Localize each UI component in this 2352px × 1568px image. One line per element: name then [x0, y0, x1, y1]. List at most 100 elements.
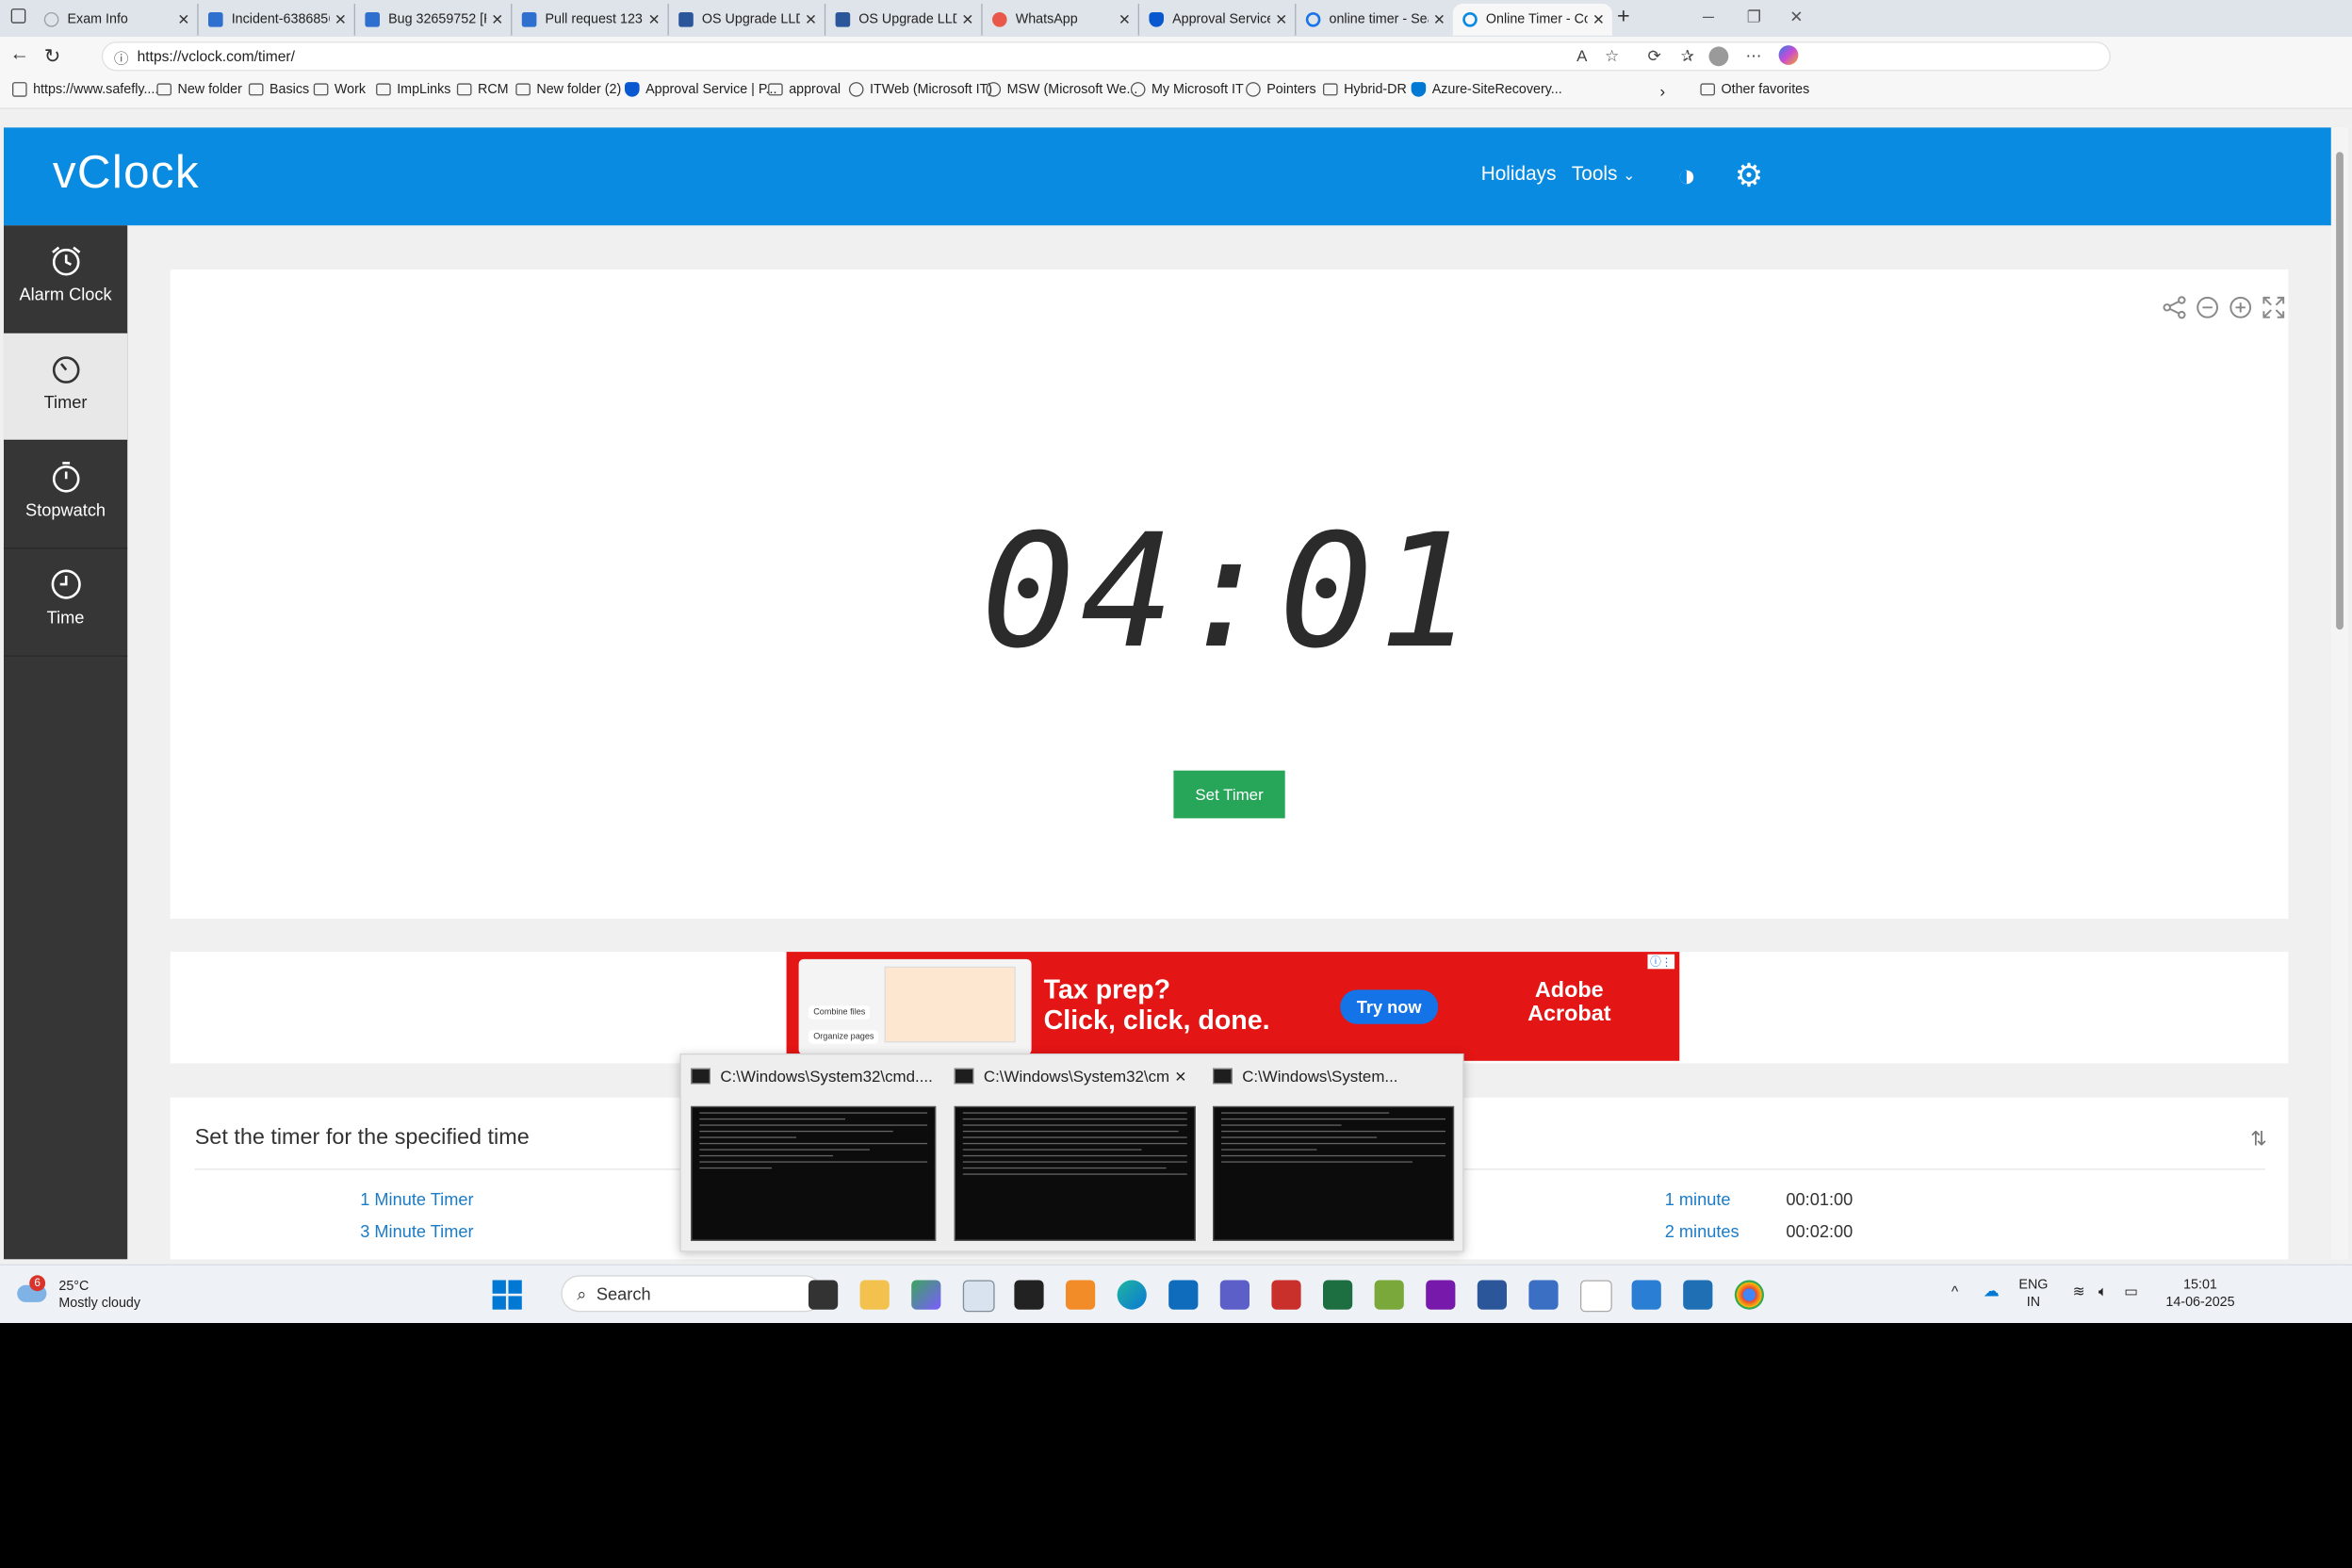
close-icon[interactable]: ✕: [491, 11, 503, 28]
set-timer-button[interactable]: Set Timer: [1173, 770, 1285, 819]
favorite-folder[interactable]: New folder: [156, 82, 242, 97]
preset-link[interactable]: 3 Minute Timer: [360, 1221, 473, 1241]
tray-overflow-icon[interactable]: ^: [1952, 1282, 1958, 1299]
close-icon[interactable]: ✕: [1433, 11, 1446, 28]
nav-tools[interactable]: Tools ⌄: [1572, 164, 1635, 186]
favorite-folder[interactable]: RCM: [456, 82, 509, 97]
sidebar-item-stopwatch[interactable]: Stopwatch: [3, 441, 128, 549]
onedrive-cloud-icon[interactable]: ☁: [1984, 1282, 2000, 1299]
minimize-icon[interactable]: ─: [1703, 8, 1714, 26]
new-tab-icon[interactable]: +: [1617, 4, 1630, 29]
favorite-link[interactable]: MSW (Microsoft We...: [986, 82, 1137, 97]
browser-tab[interactable]: Pull request 123727 ✕: [512, 3, 669, 36]
extensions-icon[interactable]: ⟳: [1647, 46, 1660, 66]
zoom-in-icon[interactable]: [2227, 294, 2254, 321]
browser-tab[interactable]: OS Upgrade LLD fo ✕: [669, 3, 826, 36]
share-icon[interactable]: [2161, 294, 2188, 321]
terminal-app-icon[interactable]: [1014, 1280, 1044, 1310]
ad-choices-icon[interactable]: ⓘ⋮: [1647, 954, 1675, 970]
page-scrollbar[interactable]: [2330, 127, 2349, 1260]
browser-tab[interactable]: WhatsApp ✕: [983, 3, 1139, 36]
preset-link[interactable]: 1 Minute Timer: [360, 1189, 473, 1209]
close-icon[interactable]: ✕: [1592, 11, 1605, 28]
snipping-tool-icon[interactable]: [1579, 1280, 1612, 1313]
browser-tab[interactable]: OS Upgrade LLD fo ✕: [825, 3, 983, 36]
task-view-icon[interactable]: [808, 1280, 839, 1310]
other-favorites-folder[interactable]: Other favorites: [1700, 82, 1809, 97]
favorite-star-icon[interactable]: ☆: [1605, 46, 1619, 66]
language-indicator[interactable]: ENG IN: [2018, 1277, 2048, 1311]
theme-toggle-icon[interactable]: ◑: [1677, 156, 1696, 194]
settings-gear-icon[interactable]: ⚙: [1735, 156, 1763, 194]
close-icon[interactable]: ✕: [1119, 11, 1131, 28]
copilot-app-icon[interactable]: [911, 1280, 941, 1310]
app-icon[interactable]: [1528, 1280, 1559, 1310]
window-close-icon[interactable]: ✕: [1789, 8, 1803, 27]
copilot-icon[interactable]: [1778, 45, 1799, 65]
favorite-folder[interactable]: ImpLinks: [376, 82, 450, 97]
window-thumbnail[interactable]: C:\Windows\System...: [1203, 1054, 1455, 1250]
favorite-link[interactable]: Pointers: [1246, 82, 1316, 97]
more-menu-icon[interactable]: ⋯: [1745, 46, 1761, 66]
app-icon[interactable]: [1374, 1280, 1404, 1310]
url-input[interactable]: ⓘ https://vclock.com/timer/: [101, 41, 2111, 72]
close-icon[interactable]: ✕: [961, 11, 973, 28]
weather-widget[interactable]: 6: [17, 1275, 51, 1312]
back-icon[interactable]: ←: [9, 44, 29, 66]
app-icon[interactable]: [1271, 1280, 1301, 1310]
word-icon[interactable]: [1477, 1280, 1507, 1310]
preset-link[interactable]: 2 minutes: [1665, 1221, 1740, 1241]
browser-tab[interactable]: Bug 32659752 [RCM ✕: [355, 3, 513, 36]
outlook-icon[interactable]: [1168, 1280, 1199, 1310]
browser-tab[interactable]: Exam Info ✕: [34, 3, 199, 36]
battery-icon[interactable]: ▭: [2124, 1282, 2138, 1299]
sort-settings-icon[interactable]: ⇅: [2250, 1127, 2266, 1152]
favorite-folder[interactable]: New folder (2): [515, 82, 621, 97]
start-windows-icon[interactable]: [492, 1280, 522, 1310]
edge-browser-icon[interactable]: [1117, 1280, 1147, 1310]
teams-icon[interactable]: [1219, 1280, 1250, 1310]
browser-tab[interactable]: Incident-63868566 ✕: [199, 3, 355, 36]
site-info-icon[interactable]: ⓘ: [114, 48, 129, 69]
favorites-icon[interactable]: ✰: [1681, 46, 1694, 66]
ad-try-now-button[interactable]: Try now: [1340, 989, 1439, 1024]
favorite-link[interactable]: Approval Service | P...: [625, 82, 776, 97]
favorite-link[interactable]: ITWeb (Microsoft IT): [848, 82, 992, 97]
wifi-icon[interactable]: ≋: [2073, 1282, 2085, 1299]
sidebar-item-timer[interactable]: Timer: [3, 333, 128, 441]
adobe-advertisement[interactable]: Combine files Organize pages Tax prep? Cl…: [786, 952, 1680, 1061]
favorites-overflow-icon[interactable]: ›: [1659, 82, 1665, 101]
close-icon[interactable]: ✕: [177, 11, 189, 28]
excel-icon[interactable]: [1323, 1280, 1353, 1310]
app-icon[interactable]: [1066, 1280, 1096, 1310]
site-logo[interactable]: vClock: [53, 147, 200, 200]
close-icon[interactable]: ✕: [1174, 1068, 1186, 1085]
volume-icon[interactable]: 🔈︎: [2099, 1282, 2107, 1299]
remote-desktop-icon[interactable]: [962, 1280, 995, 1313]
close-icon[interactable]: ✕: [648, 11, 661, 28]
refresh-icon[interactable]: ↻: [44, 44, 60, 69]
close-icon[interactable]: ✕: [335, 11, 347, 28]
window-thumbnail[interactable]: C:\Windows\System32\cmd....: [681, 1054, 937, 1250]
close-icon[interactable]: ✕: [1275, 11, 1287, 28]
favorite-folder[interactable]: Basics: [248, 82, 309, 97]
window-thumbnail[interactable]: C:\Windows\System32\cm ✕: [944, 1054, 1196, 1250]
favorite-link[interactable]: https://www.safefly....: [12, 82, 158, 97]
favorite-folder[interactable]: Work: [313, 82, 366, 97]
close-icon[interactable]: ✕: [805, 11, 817, 28]
profile-avatar[interactable]: [1708, 46, 1729, 67]
favorite-link[interactable]: My Microsoft IT: [1130, 82, 1244, 97]
taskbar-search-input[interactable]: ⌕ Search: [561, 1275, 824, 1313]
zoom-out-icon[interactable]: [2194, 294, 2221, 321]
nav-holidays[interactable]: Holidays: [1481, 164, 1557, 186]
sidebar-item-time[interactable]: Time: [3, 548, 128, 657]
favorite-folder[interactable]: approval: [768, 82, 841, 97]
onenote-icon[interactable]: [1426, 1280, 1456, 1310]
clock-tray[interactable]: 15:01 14-06-2025: [2165, 1277, 2234, 1311]
read-aloud-icon[interactable]: A: [1576, 46, 1587, 64]
sidebar-item-alarm-clock[interactable]: Alarm Clock: [3, 225, 128, 334]
restore-icon[interactable]: ❐: [1747, 8, 1761, 27]
file-explorer-icon[interactable]: [859, 1280, 890, 1310]
browser-tab[interactable]: online timer - Searc ✕: [1296, 4, 1452, 36]
app-icon[interactable]: [1631, 1280, 1661, 1310]
